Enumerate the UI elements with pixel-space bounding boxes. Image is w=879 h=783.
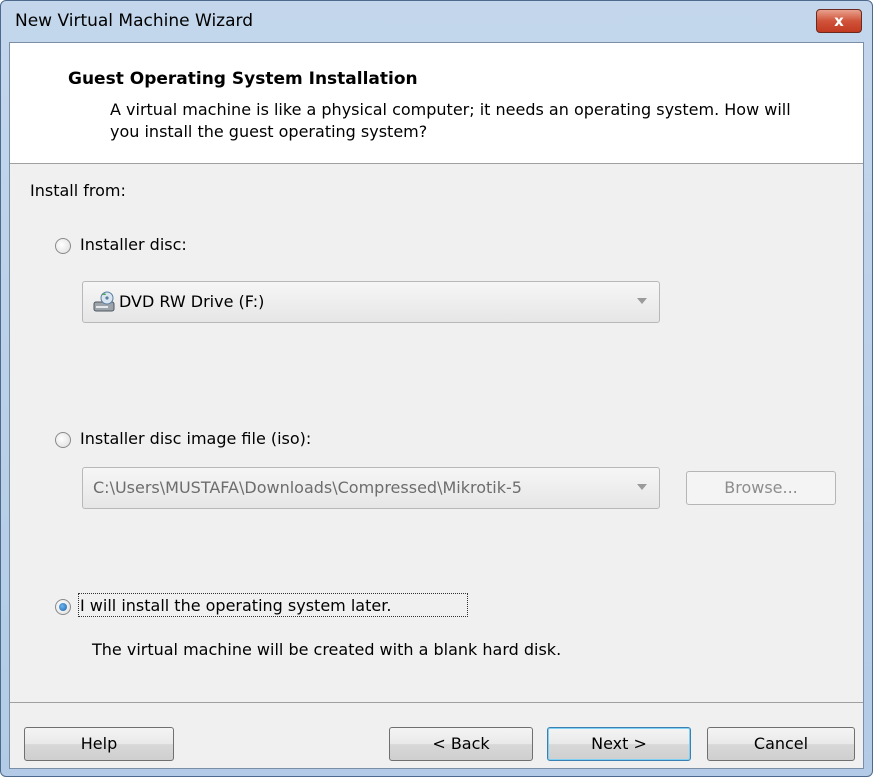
close-button[interactable]: x bbox=[816, 9, 862, 33]
wizard-window: New Virtual Machine Wizard x Guest Opera… bbox=[0, 0, 873, 777]
focus-indicator bbox=[78, 593, 468, 617]
disc-drive-value: DVD RW Drive (F:) bbox=[119, 292, 265, 311]
iso-path-select[interactable]: C:\Users\MUSTAFA\Downloads\Compressed\Mi… bbox=[82, 467, 660, 509]
cancel-button[interactable]: Cancel bbox=[707, 727, 855, 761]
installer-disc-label[interactable]: Installer disc: bbox=[80, 235, 187, 254]
browse-button[interactable]: Browse... bbox=[686, 471, 836, 505]
installer-disc-radio[interactable] bbox=[55, 238, 71, 254]
page-title: Guest Operating System Installation bbox=[68, 69, 418, 89]
installer-iso-label[interactable]: Installer disc image file (iso): bbox=[80, 429, 311, 448]
disc-drive-select[interactable]: DVD RW Drive (F:) bbox=[82, 281, 660, 323]
install-later-radio[interactable] bbox=[55, 599, 71, 615]
close-icon: x bbox=[834, 12, 844, 30]
back-button[interactable]: < Back bbox=[389, 727, 533, 761]
title-bar: New Virtual Machine Wizard x bbox=[1, 1, 872, 41]
wizard-content: Guest Operating System Installation A vi… bbox=[9, 42, 864, 769]
next-button[interactable]: Next > bbox=[547, 727, 691, 761]
install-from-label: Install from: bbox=[30, 181, 126, 200]
page-description: A virtual machine is like a physical com… bbox=[110, 100, 791, 141]
chevron-down-icon bbox=[637, 484, 647, 490]
footer-divider bbox=[10, 702, 863, 703]
installer-iso-radio[interactable] bbox=[55, 432, 71, 448]
help-button[interactable]: Help bbox=[24, 727, 174, 761]
window-title: New Virtual Machine Wizard bbox=[15, 11, 253, 31]
wizard-header: Guest Operating System Installation A vi… bbox=[10, 43, 863, 164]
dvd-drive-icon bbox=[93, 291, 115, 312]
iso-path-value: C:\Users\MUSTAFA\Downloads\Compressed\Mi… bbox=[93, 478, 522, 497]
chevron-down-icon bbox=[637, 298, 647, 304]
install-later-note: The virtual machine will be created with… bbox=[92, 640, 562, 659]
